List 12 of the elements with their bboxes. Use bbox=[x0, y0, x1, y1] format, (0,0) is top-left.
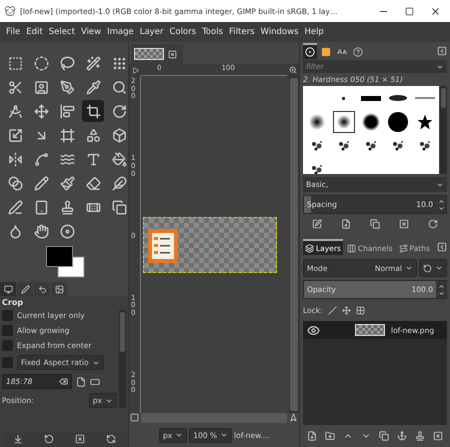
menu-item[interactable]: Help bbox=[301, 27, 327, 37]
menu-item[interactable]: Windows bbox=[258, 27, 302, 37]
menu-item[interactable]: File bbox=[3, 27, 24, 37]
menu-item[interactable]: Tools bbox=[199, 27, 226, 37]
menu-item[interactable]: Image bbox=[104, 27, 137, 37]
tool-options-title: Crop bbox=[2, 298, 24, 307]
menu-item[interactable]: Filters bbox=[226, 27, 258, 37]
menu-item[interactable]: View bbox=[78, 27, 104, 37]
menu-item[interactable]: Edit bbox=[23, 27, 46, 37]
menu-item[interactable]: Layer bbox=[136, 27, 166, 37]
menu-item[interactable]: Select bbox=[46, 27, 78, 37]
menu-item[interactable]: Colors bbox=[166, 27, 200, 37]
